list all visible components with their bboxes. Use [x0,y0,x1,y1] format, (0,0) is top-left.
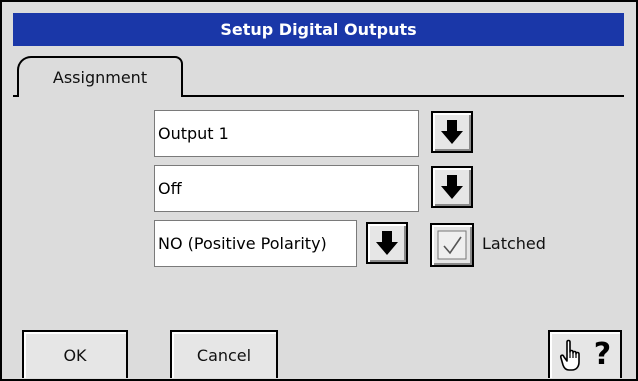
pointing-hand-icon [559,339,580,371]
ok-button-label: OK [63,345,87,365]
polarity-select-value: NO (Positive Polarity) [158,234,327,253]
help-question-mark: ? [593,337,612,372]
source-select-field[interactable]: Off [154,165,419,212]
dialog-title: Setup Digital Outputs [220,20,417,39]
arrow-down-icon [376,231,398,255]
cancel-button[interactable]: Cancel [170,330,278,378]
arrow-down-icon [441,120,463,144]
help-button[interactable]: ? [548,330,622,378]
output-select-value: Output 1 [158,124,229,143]
dialog-titlebar: Setup Digital Outputs [13,13,624,46]
polarity-dropdown-button[interactable] [366,222,408,264]
tab-assignment[interactable]: Assignment [17,56,183,97]
source-dropdown-button[interactable] [431,166,473,208]
check-icon [437,230,467,260]
arrow-down-icon [441,175,463,199]
source-select-value: Off [158,179,182,198]
tab-assignment-label: Assignment [52,68,148,87]
ok-button[interactable]: OK [22,330,128,378]
output-select-field[interactable]: Output 1 [154,110,419,157]
polarity-select-field[interactable]: NO (Positive Polarity) [154,220,357,267]
output-dropdown-button[interactable] [431,111,473,153]
latched-label: Latched [482,234,546,253]
cancel-button-label: Cancel [196,345,252,365]
latched-checkbox[interactable] [430,223,474,267]
